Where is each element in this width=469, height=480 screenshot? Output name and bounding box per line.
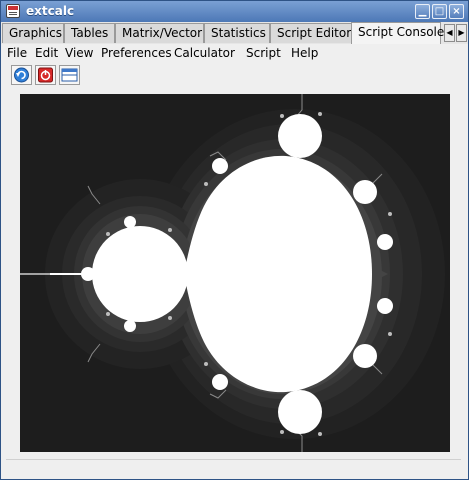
refresh-icon [14,67,29,83]
minimize-icon[interactable]: ▁ [415,4,430,19]
window-button[interactable] [59,65,80,85]
tab-statistics[interactable]: Statistics [204,23,270,43]
tab-tables[interactable]: Tables [64,23,115,43]
tab-script-editor[interactable]: Script Editor [270,23,352,43]
window-icon [61,68,78,82]
tab-matrix-vector[interactable]: Matrix/Vector [115,23,204,43]
title-bar: extcalc ▁ □ × [1,1,468,23]
mandelbrot-plot [20,94,450,452]
tab-graphics[interactable]: Graphics [2,23,64,43]
stop-button[interactable] [35,65,56,85]
close-icon[interactable]: × [449,4,464,19]
menu-preferences[interactable]: Preferences [101,46,172,60]
app-window: extcalc ▁ □ × Graphics Tables Matrix/Vec… [0,0,469,480]
menu-view[interactable]: View [65,46,93,60]
menu-bar: File Edit View Preferences Calculator Sc… [1,44,468,62]
app-icon [6,4,20,18]
maximize-icon[interactable]: □ [432,4,447,19]
status-bar [6,459,461,476]
stop-icon [38,67,53,83]
menu-help[interactable]: Help [291,46,318,60]
tab-scroll-right-icon[interactable]: ▶ [456,24,467,42]
refresh-button[interactable] [11,65,32,85]
window-title: extcalc [26,4,75,18]
menu-edit[interactable]: Edit [35,46,58,60]
menu-script[interactable]: Script [246,46,281,60]
menu-calculator[interactable]: Calculator [174,46,235,60]
graph-canvas[interactable] [20,94,450,452]
menu-file[interactable]: File [7,46,27,60]
tab-script-console[interactable]: Script Console [351,22,444,44]
tab-scroll-left-icon[interactable]: ◀ [444,24,455,42]
tab-bar: Graphics Tables Matrix/Vector Statistics… [1,22,468,45]
